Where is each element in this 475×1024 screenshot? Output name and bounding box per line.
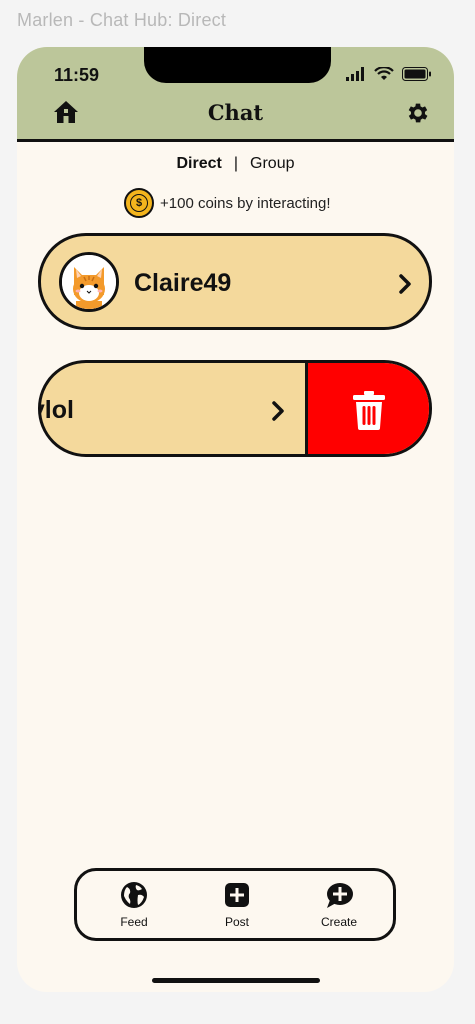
signal-icon <box>346 67 364 81</box>
tab-direct[interactable]: Direct <box>177 155 222 172</box>
coins-text: +100 coins by interacting! <box>160 194 331 212</box>
wifi-icon <box>374 67 394 80</box>
tab-group[interactable]: Group <box>250 155 294 172</box>
phone-screen: 11:59 Chat Direct | Group $ +100 coins b… <box>17 47 454 992</box>
status-time: 11:59 <box>54 65 100 85</box>
nav-feed-label: Feed <box>120 915 148 929</box>
cat-avatar-icon <box>62 255 116 309</box>
coin-icon: $ <box>124 188 154 218</box>
chat-name: cylol <box>41 396 74 424</box>
coins-banner: $ +100 coins by interacting! <box>124 188 331 218</box>
chevron-right-icon <box>399 274 411 294</box>
chat-plus-icon <box>327 883 353 908</box>
settings-button[interactable] <box>405 100 431 126</box>
gear-icon <box>408 103 428 123</box>
nav-post[interactable]: Post <box>197 881 277 929</box>
globe-icon <box>121 882 147 908</box>
coin-symbol: $ <box>130 194 148 212</box>
nav-create-label: Create <box>320 915 358 929</box>
chat-item-cylol-swiped[interactable]: cylol <box>38 360 432 457</box>
nav-feed[interactable]: Feed <box>94 881 174 929</box>
page-title: Chat <box>207 100 264 125</box>
notch <box>144 47 331 83</box>
tab-separator: | <box>233 155 239 172</box>
avatar <box>59 252 119 312</box>
plus-square-icon <box>225 883 249 907</box>
delete-chat-button[interactable] <box>305 363 429 454</box>
chat-tabs: Direct | Group <box>17 155 454 173</box>
chevron-right-icon <box>272 401 284 421</box>
chat-name: Claire49 <box>134 269 232 297</box>
app-header: 11:59 Chat <box>17 47 454 142</box>
trash-icon <box>353 391 385 430</box>
home-indicator <box>152 978 320 983</box>
status-icons <box>346 67 432 81</box>
window-title: Marlen - Chat Hub: Direct <box>17 10 227 30</box>
chat-item-claire49[interactable]: Claire49 <box>38 233 432 330</box>
battery-icon <box>402 67 431 81</box>
bottom-nav: Feed Post Create <box>74 868 396 941</box>
nav-create[interactable]: Create <box>299 881 379 929</box>
nav-post-label: Post <box>224 915 249 929</box>
